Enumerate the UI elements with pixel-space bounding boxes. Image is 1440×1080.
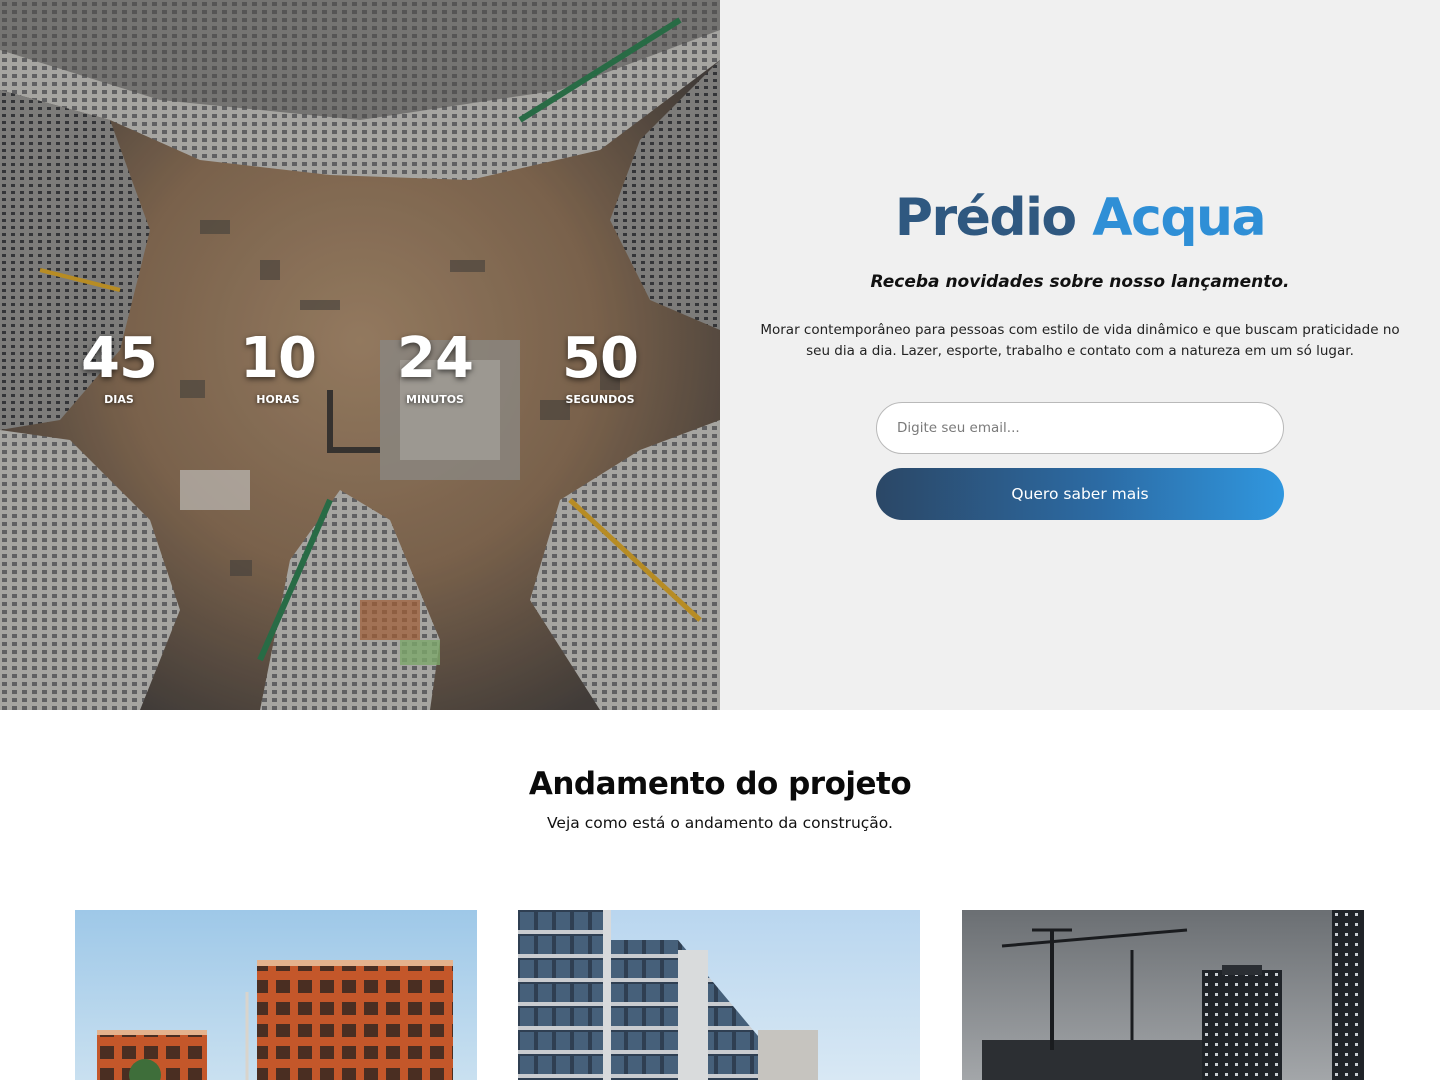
cranes-city-illustration: [962, 910, 1364, 1080]
countdown-hours: 10 HORAS: [222, 330, 334, 408]
brick-building-illustration: [75, 910, 477, 1080]
glass-tower-illustration: [518, 910, 920, 1080]
countdown-minutes-value: 24: [397, 326, 474, 391]
countdown-seconds-label: SEGUNDOS: [565, 393, 635, 406]
hero-section: 45 DIAS 10 HORAS 24 MINUTOS 50 SEGUNDOS …: [0, 0, 1440, 710]
description: Morar contemporâneo para pessoas com est…: [760, 322, 1400, 359]
aerial-construction-site-image: 45 DIAS 10 HORAS 24 MINUTOS 50 SEGUNDOS: [0, 0, 720, 710]
brick-building-construction-image[interactable]: [75, 910, 477, 1080]
email-input[interactable]: [876, 402, 1284, 454]
countdown-minutes: 24 MINUTOS: [376, 330, 494, 408]
subscribe-button[interactable]: Quero saber mais: [876, 468, 1284, 520]
cranes-city-image[interactable]: [962, 910, 1364, 1080]
brand-title-part2: Acqua: [1092, 188, 1266, 248]
countdown-hours-value: 10: [240, 326, 317, 391]
countdown-seconds: 50 SEGUNDOS: [538, 330, 662, 408]
section-title: Andamento do projeto: [528, 766, 912, 802]
countdown-days: 45 DIAS: [60, 330, 178, 408]
progress-gallery: [75, 910, 1365, 1080]
tagline: Receba novidades sobre nosso lançamento.: [870, 272, 1290, 292]
countdown-hours-label: HORAS: [256, 393, 300, 406]
countdown-minutes-label: MINUTOS: [406, 393, 464, 406]
countdown-days-value: 45: [81, 326, 158, 391]
section-subtitle: Veja como está o andamento da construção…: [547, 814, 893, 832]
signup-panel: Prédio Acqua Receba novidades sobre noss…: [720, 0, 1440, 710]
brand-title-part1: Prédio: [894, 188, 1077, 248]
countdown-seconds-value: 50: [562, 326, 639, 391]
countdown-days-label: DIAS: [104, 393, 134, 406]
countdown-timer: 45 DIAS 10 HORAS 24 MINUTOS 50 SEGUNDOS: [40, 330, 680, 420]
brand-title: Prédio Acqua: [720, 186, 1440, 250]
glass-tower-image[interactable]: [518, 910, 920, 1080]
